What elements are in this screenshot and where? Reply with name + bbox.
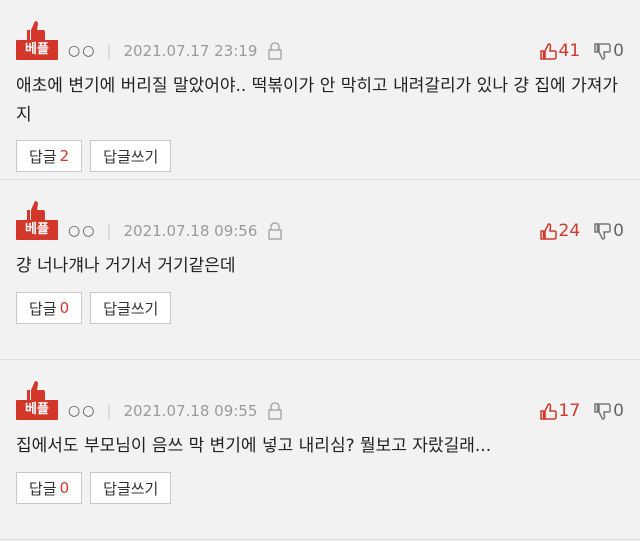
username: ○○: [68, 43, 97, 59]
comment-meta: ○○ | 2021.07.18 09:55: [68, 399, 283, 423]
comment-item: 베플 ○○ | 2021.07.18 09:56 24 0 걍 너나걔나 거기서…: [0, 180, 640, 360]
comment-text: 걍 너나걔나 거기서 거기같은데: [16, 256, 236, 276]
thumbs-up-icon: [27, 21, 45, 41]
thumbs-up-icon: [27, 201, 45, 221]
upvote-count: 41: [558, 41, 581, 61]
reply-label: 답글: [29, 147, 57, 166]
write-reply-button[interactable]: 답글쓰기: [90, 292, 172, 324]
downvote-count: 0: [613, 221, 624, 241]
comment-actions: 답글 0 답글쓰기: [16, 472, 172, 504]
reply-count-button[interactable]: 답글 2: [16, 140, 83, 172]
upvote-count: 17: [558, 401, 581, 421]
comment-item: 베플 ○○ | 2021.07.17 23:19 41 0 애초에 변기에 버리…: [0, 0, 640, 180]
comment-meta: ○○ | 2021.07.18 09:56: [68, 219, 283, 243]
thumbs-down-icon: [594, 42, 611, 60]
best-badge: 베플: [16, 200, 58, 242]
reply-count: 0: [59, 299, 70, 317]
best-badge: 베플: [16, 380, 58, 422]
write-reply-button[interactable]: 답글쓰기: [90, 472, 172, 504]
thumbs-up-icon: [27, 381, 45, 401]
write-reply-button[interactable]: 답글쓰기: [90, 140, 172, 172]
username: ○○: [68, 403, 97, 419]
comment-actions: 답글 0 답글쓰기: [16, 292, 172, 324]
downvote-button[interactable]: 0: [594, 221, 624, 241]
divider: |: [106, 222, 112, 240]
upvote-button[interactable]: 17: [539, 401, 581, 421]
best-badge: 베플: [16, 20, 58, 62]
reply-label: 답글: [29, 479, 57, 498]
username: ○○: [68, 223, 97, 239]
best-badge-label: 베플: [16, 220, 58, 240]
vote-group: 17 0: [539, 399, 624, 423]
lock-icon[interactable]: [267, 222, 283, 240]
comment-item: 베플 ○○ | 2021.07.18 09:55 17 0 집에서도 부모님이 …: [0, 360, 640, 540]
upvote-count: 24: [558, 221, 581, 241]
vote-group: 41 0: [539, 39, 624, 63]
thumbs-down-icon: [594, 222, 611, 240]
comment-date: 2021.07.18 09:55: [123, 402, 258, 420]
upvote-button[interactable]: 24: [539, 221, 581, 241]
thumbs-up-icon: [539, 222, 557, 240]
best-badge-label: 베플: [16, 400, 58, 420]
reply-count: 2: [59, 147, 70, 165]
downvote-count: 0: [613, 41, 624, 61]
best-badge-label: 베플: [16, 40, 58, 60]
upvote-button[interactable]: 41: [539, 41, 581, 61]
reply-count-button[interactable]: 답글 0: [16, 292, 83, 324]
reply-label: 답글: [29, 299, 57, 318]
thumbs-up-icon: [539, 42, 557, 60]
vote-group: 24 0: [539, 219, 624, 243]
lock-icon[interactable]: [267, 42, 283, 60]
downvote-button[interactable]: 0: [594, 401, 624, 421]
comment-actions: 답글 2 답글쓰기: [16, 140, 172, 172]
lock-icon[interactable]: [267, 402, 283, 420]
reply-count: 0: [59, 479, 70, 497]
comment-meta: ○○ | 2021.07.17 23:19: [68, 39, 283, 63]
divider: |: [106, 402, 112, 420]
comment-date: 2021.07.18 09:56: [123, 222, 258, 240]
reply-count-button[interactable]: 답글 0: [16, 472, 83, 504]
downvote-count: 0: [613, 401, 624, 421]
downvote-button[interactable]: 0: [594, 41, 624, 61]
comment-text: 애초에 변기에 버리질 말았어야.. 떡볶이가 안 막히고 내려갈리가 있나 걍…: [16, 76, 619, 125]
thumbs-down-icon: [594, 402, 611, 420]
divider: |: [106, 42, 112, 60]
comment-date: 2021.07.17 23:19: [123, 42, 258, 60]
comment-text: 집에서도 부모님이 음쓰 막 변기에 넣고 내리심? 뭘보고 자랐길래...: [16, 436, 492, 456]
thumbs-up-icon: [539, 402, 557, 420]
